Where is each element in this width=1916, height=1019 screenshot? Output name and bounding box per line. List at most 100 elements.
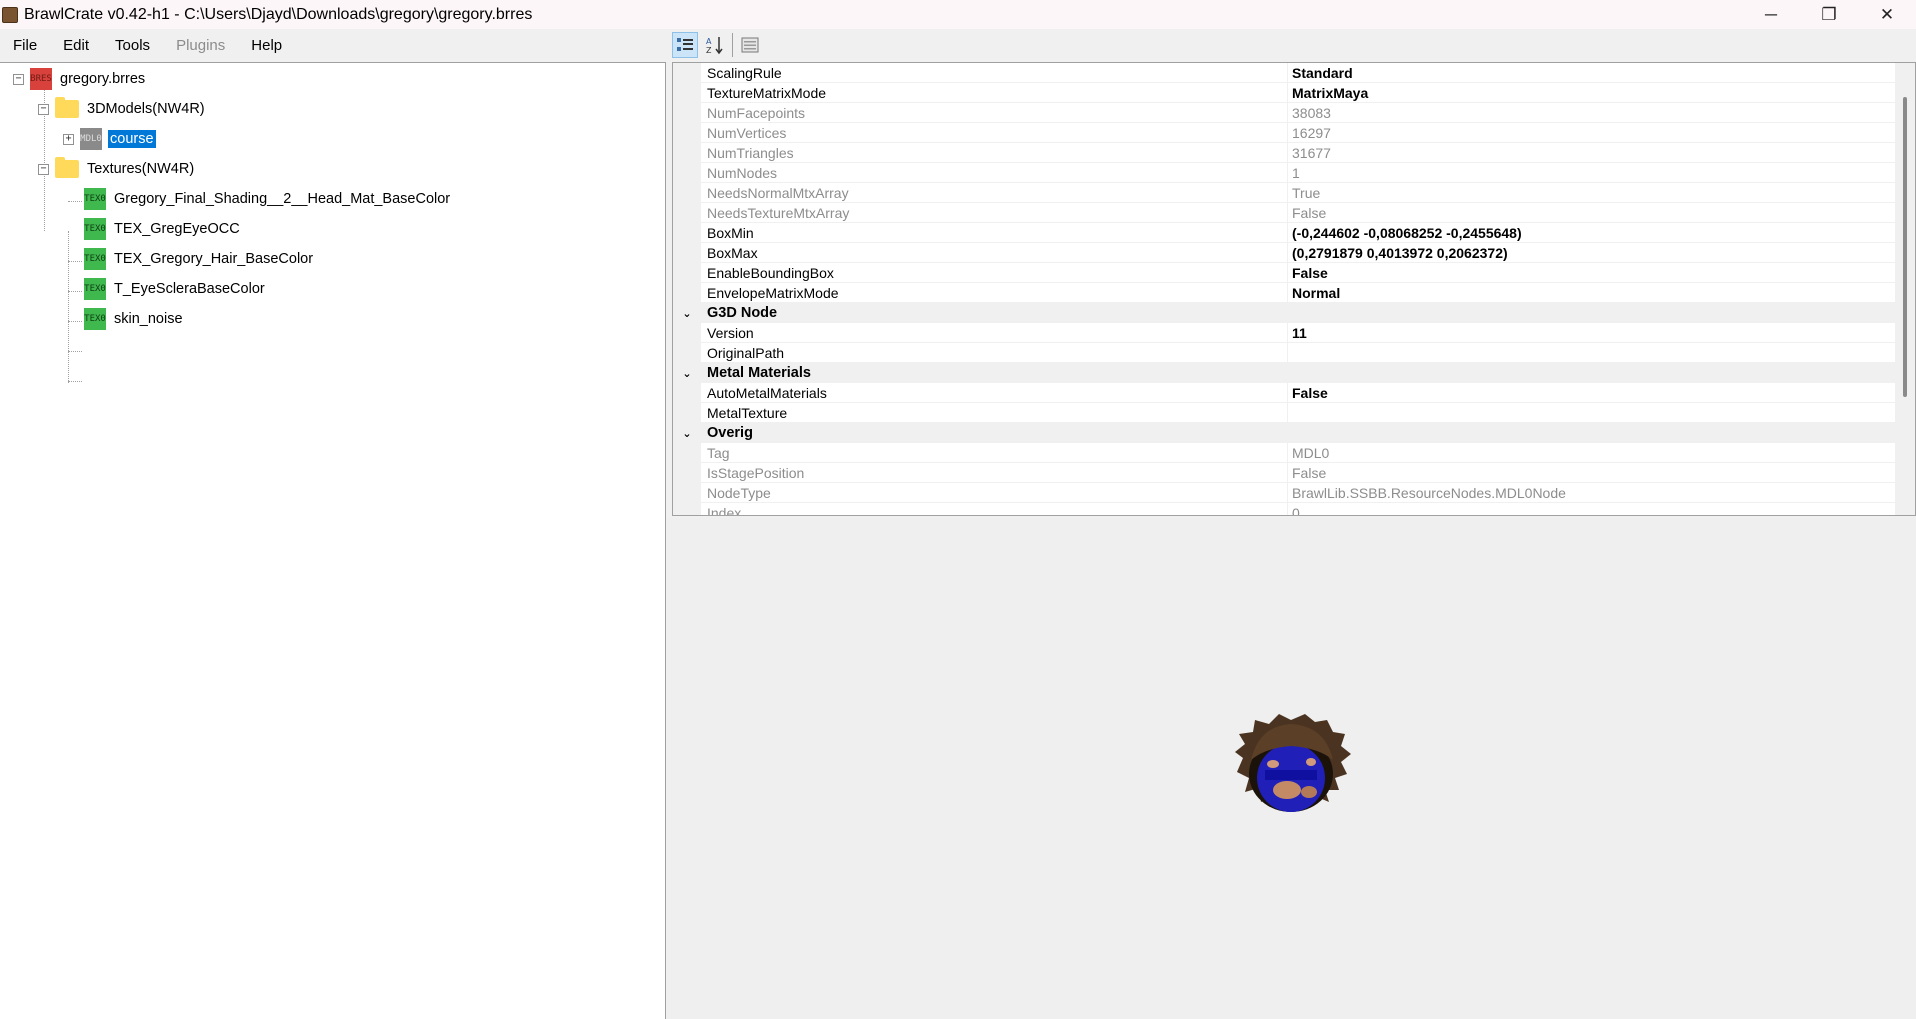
property-row[interactable]: OriginalPath — [673, 342, 1895, 363]
expand-toggle[interactable]: + — [63, 133, 74, 145]
restore-button[interactable]: ❐ — [1800, 0, 1858, 29]
menu-file[interactable]: File — [0, 37, 50, 54]
property-name: OriginalPath — [701, 342, 1288, 363]
menu-plugins[interactable]: Plugins — [163, 37, 238, 54]
category-label: Metal Materials — [707, 365, 811, 381]
property-row[interactable]: TextureMatrixMode MatrixMaya — [673, 82, 1895, 103]
property-grid-scrollbar[interactable] — [1895, 63, 1915, 515]
property-name: NeedsTextureMtxArray — [701, 202, 1288, 223]
property-name: MetalTexture — [701, 402, 1288, 423]
tree-node-texture[interactable]: TEX0 skin_noise — [84, 307, 185, 331]
alphabetical-sort-button[interactable]: A Z — [702, 32, 728, 58]
tree-node-label[interactable]: gregory.brres — [58, 70, 147, 88]
menu-tools[interactable]: Tools — [102, 37, 163, 54]
tree-node-texture[interactable]: TEX0 TEX_Gregory_Hair_BaseColor — [84, 247, 315, 271]
app-icon — [2, 6, 18, 23]
model-mdl0-icon: MDL0 — [80, 128, 102, 150]
property-row[interactable]: Index 0 — [673, 502, 1895, 515]
menu-edit[interactable]: Edit — [50, 37, 102, 54]
chevron-down-icon[interactable]: ⌄ — [673, 427, 701, 440]
property-value[interactable]: 11 — [1288, 325, 1307, 341]
tree-node-textures-folder[interactable]: − Textures(NW4R) — [38, 157, 196, 181]
property-row[interactable]: Version 11 — [673, 322, 1895, 343]
resource-tree[interactable]: − BRES gregory.brres − 3DModels(NW4R) + … — [0, 62, 666, 1019]
property-value[interactable]: False — [1288, 385, 1328, 401]
property-value[interactable]: (-0,244602 -0,08068252 -0,2455648) — [1288, 225, 1522, 241]
menu-bar: File Edit Tools Plugins Help — [0, 31, 666, 59]
property-pages-button[interactable] — [737, 32, 763, 58]
property-value[interactable]: Standard — [1288, 65, 1353, 81]
property-name: NumFacepoints — [701, 102, 1288, 123]
tree-node-texture[interactable]: TEX0 Gregory_Final_Shading__2__Head_Mat_… — [84, 187, 452, 211]
property-row[interactable]: NumTriangles 31677 — [673, 142, 1895, 163]
collapse-toggle[interactable]: − — [38, 103, 49, 115]
tree-node-model[interactable]: + MDL0 course — [63, 127, 156, 151]
scrollbar-thumb[interactable] — [1903, 97, 1907, 397]
folder-icon — [55, 157, 79, 178]
categorized-view-button[interactable] — [672, 32, 698, 58]
brres-file-icon: BRES — [30, 68, 52, 90]
tree-node-label[interactable]: skin_noise — [112, 310, 185, 328]
property-name: BoxMax — [701, 242, 1288, 263]
tree-node-texture[interactable]: TEX0 TEX_GregEyeOCC — [84, 217, 242, 241]
category-overig[interactable]: ⌄ Overig — [673, 423, 1895, 443]
property-row[interactable]: NumVertices 16297 — [673, 122, 1895, 143]
tree-node-label[interactable]: Gregory_Final_Shading__2__Head_Mat_BaseC… — [112, 190, 452, 208]
chevron-down-icon[interactable]: ⌄ — [673, 367, 701, 380]
tree-node-label[interactable]: TEX_GregEyeOCC — [112, 220, 242, 238]
property-row[interactable]: NeedsNormalMtxArray True — [673, 182, 1895, 203]
property-row[interactable]: AutoMetalMaterials False — [673, 382, 1895, 403]
tree-connector — [68, 381, 82, 382]
category-metal-materials[interactable]: ⌄ Metal Materials — [673, 363, 1895, 383]
property-value[interactable]: False — [1288, 265, 1328, 281]
property-name: NumVertices — [701, 122, 1288, 143]
property-row[interactable]: BoxMax (0,2791879 0,4013972 0,2062372) — [673, 242, 1895, 263]
property-value: False — [1292, 464, 1327, 481]
tree-node-texture[interactable]: TEX0 T_EyeScleraBaseColor — [84, 277, 267, 301]
property-row[interactable]: BoxMin (-0,244602 -0,08068252 -0,2455648) — [673, 222, 1895, 243]
menu-help[interactable]: Help — [238, 37, 295, 54]
property-value[interactable]: (0,2791879 0,4013972 0,2062372) — [1288, 245, 1508, 261]
property-value: 38083 — [1292, 104, 1331, 121]
property-row[interactable]: ScalingRule Standard — [673, 63, 1895, 83]
model-skin — [1301, 786, 1317, 798]
property-row[interactable]: NumFacepoints 38083 — [673, 102, 1895, 123]
model-preview-viewport[interactable] — [667, 518, 1916, 1019]
property-value[interactable]: MatrixMaya — [1288, 85, 1368, 101]
property-row[interactable]: NeedsTextureMtxArray False — [673, 202, 1895, 223]
collapse-toggle[interactable]: − — [13, 73, 24, 85]
category-g3d-node[interactable]: ⌄ G3D Node — [673, 303, 1895, 323]
tree-connector — [68, 321, 82, 322]
tree-node-label[interactable]: Textures(NW4R) — [85, 160, 196, 178]
tree-connector — [68, 351, 82, 352]
minimize-button[interactable]: ─ — [1742, 0, 1800, 29]
tree-node-label[interactable]: 3DModels(NW4R) — [85, 100, 207, 118]
tree-node-label[interactable]: T_EyeScleraBaseColor — [112, 280, 267, 298]
property-row[interactable]: EnableBoundingBox False — [673, 262, 1895, 283]
property-row[interactable]: NodeType BrawlLib.SSBB.ResourceNodes.MDL0… — [673, 482, 1895, 503]
property-row[interactable]: Tag MDL0 — [673, 442, 1895, 463]
tree-node-root[interactable]: − BRES gregory.brres — [13, 67, 147, 91]
property-name: IsStagePosition — [701, 462, 1288, 483]
property-value[interactable]: Normal — [1288, 285, 1340, 301]
tree-node-label-selected[interactable]: course — [108, 130, 156, 148]
property-row[interactable]: NumNodes 1 — [673, 162, 1895, 183]
property-row[interactable]: EnvelopeMatrixMode Normal — [673, 282, 1895, 303]
property-row[interactable]: IsStagePosition False — [673, 462, 1895, 483]
texture-tex0-icon: TEX0 — [84, 188, 106, 210]
collapse-toggle[interactable]: − — [38, 163, 49, 175]
chevron-down-icon[interactable]: ⌄ — [673, 307, 701, 320]
model-skin — [1267, 760, 1279, 768]
tree-node-models-folder[interactable]: − 3DModels(NW4R) — [38, 97, 207, 121]
property-name: Tag — [701, 442, 1288, 463]
category-label: G3D Node — [707, 305, 778, 321]
property-grid[interactable]: ScalingRule Standard TextureMatrixMode Mat… — [672, 62, 1916, 516]
category-label: Overig — [707, 425, 753, 441]
model-render — [1235, 714, 1351, 812]
close-button[interactable]: ✕ — [1858, 0, 1916, 29]
property-name: EnableBoundingBox — [701, 262, 1288, 283]
tree-node-label[interactable]: TEX_Gregory_Hair_BaseColor — [112, 250, 315, 268]
svg-text:A: A — [706, 37, 712, 46]
svg-text:Z: Z — [706, 46, 712, 55]
property-row[interactable]: MetalTexture — [673, 402, 1895, 423]
